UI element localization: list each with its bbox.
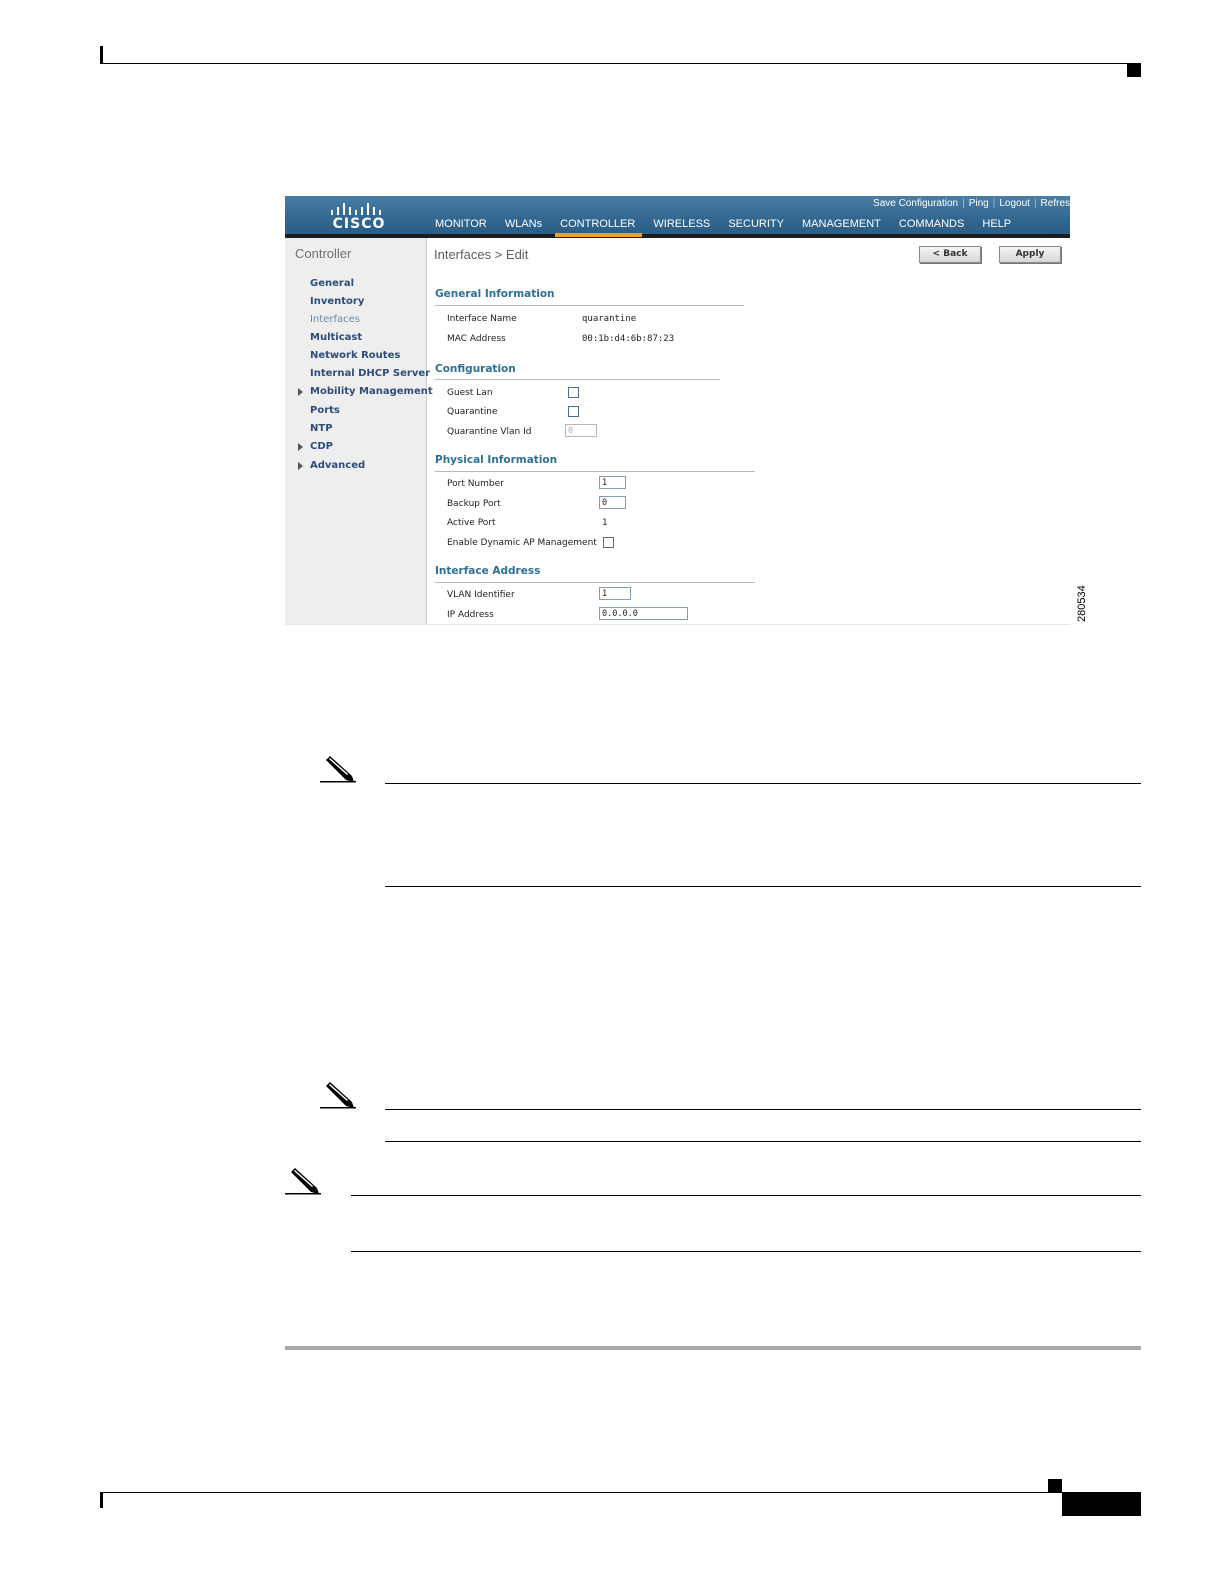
nav-help[interactable]: HELP [982, 218, 1011, 230]
figure-id-text: 280534 [1076, 585, 1088, 622]
sidebar-item-ntp[interactable]: NTP [310, 423, 333, 434]
section-divider [435, 305, 744, 306]
expand-arrow-icon[interactable] [298, 388, 303, 396]
footer-tick [100, 1493, 103, 1508]
sidebar-item-interfaces[interactable]: Interfaces [310, 314, 360, 325]
mac-address-value: 00:1b:d4:6b:87:23 [582, 334, 675, 344]
figure-id: 280534 [1076, 585, 1088, 622]
expand-arrow-icon[interactable] [298, 443, 303, 451]
note-bottom-rule [385, 886, 1141, 887]
vlan-identifier-label: VLAN Identifier [447, 590, 515, 600]
nav-commands[interactable]: COMMANDS [899, 218, 964, 230]
interface-name-value: quarantine [582, 314, 637, 324]
header-rule [100, 63, 1141, 64]
save-configuration-link[interactable]: Save Configuration [873, 198, 958, 209]
nav-monitor[interactable]: MONITOR [435, 218, 487, 230]
ping-link[interactable]: Ping [969, 198, 989, 209]
utility-links: Save Configuration | Ping | Logout | Refres [873, 198, 1070, 209]
backup-port-input[interactable]: 0 [599, 496, 626, 509]
sidebar-item-ports[interactable]: Ports [310, 405, 340, 416]
section-divider [435, 471, 755, 472]
header-marker [1127, 64, 1141, 77]
interface-name-label: Interface Name [447, 314, 517, 324]
configuration-heading: Configuration [435, 363, 516, 375]
active-port-value: 1 [602, 518, 608, 528]
procedure-end-rule [285, 1346, 1141, 1350]
guest-lan-label: Guest Lan [447, 388, 493, 398]
active-port-label: Active Port [447, 518, 496, 528]
note-top-rule [385, 1109, 1141, 1110]
backup-port-label: Backup Port [447, 499, 501, 509]
sidebar-title: Controller [295, 246, 352, 261]
page-title: Interfaces > Edit [434, 247, 529, 262]
note-top-rule [351, 1195, 1141, 1196]
note-bottom-rule [351, 1251, 1141, 1252]
back-button[interactable]: < Back [919, 246, 981, 263]
pencil-icon [320, 756, 356, 783]
apply-button[interactable]: Apply [999, 246, 1061, 263]
mac-address-label: MAC Address [447, 334, 506, 344]
nav-wireless[interactable]: WIRELESS [653, 218, 710, 230]
nav-wlans[interactable]: WLANs [505, 218, 542, 230]
note-top-rule [385, 783, 1141, 784]
refresh-link[interactable]: Refres [1041, 198, 1070, 209]
interface-address-heading: Interface Address [435, 565, 541, 577]
quarantine-vlan-id-input[interactable]: 0 [565, 424, 597, 437]
expand-arrow-icon[interactable] [298, 462, 303, 470]
footer-rule [100, 1492, 1141, 1493]
vlan-identifier-input[interactable]: 1 [599, 587, 631, 600]
logout-link[interactable]: Logout [999, 198, 1030, 209]
controller-screenshot: CISCO Save Configuration | Ping | Logout | Ref… [285, 196, 1070, 625]
port-number-input[interactable]: 1 [599, 476, 626, 489]
ip-address-label: IP Address [447, 610, 494, 620]
quarantine-label: Quarantine [447, 407, 498, 417]
section-divider [435, 582, 755, 583]
quarantine-vlan-id-label: Quarantine Vlan Id [447, 427, 532, 437]
pencil-icon [285, 1168, 321, 1195]
nav-management[interactable]: MANAGEMENT [802, 218, 881, 230]
nav-security[interactable]: SECURITY [728, 218, 784, 230]
section-divider [435, 379, 720, 380]
sidebar-item-advanced[interactable]: Advanced [310, 460, 365, 471]
main-nav: MONITOR WLANs CONTROLLER WIRELESS SECURI… [435, 218, 1026, 237]
nav-controller[interactable]: CONTROLLER [555, 218, 643, 237]
sidebar-item-cdp[interactable]: CDP [310, 441, 333, 452]
note-bottom-rule [385, 1141, 1141, 1142]
sidebar: Controller General Inventory Interfaces … [285, 238, 433, 624]
guest-lan-checkbox[interactable] [568, 387, 579, 398]
sidebar-item-mobility-management[interactable]: Mobility Management [310, 386, 433, 397]
sidebar-item-multicast[interactable]: Multicast [310, 332, 362, 343]
footer-marker [1048, 1479, 1062, 1492]
sidebar-item-general[interactable]: General [310, 278, 354, 289]
header-tick [100, 46, 103, 64]
quarantine-checkbox[interactable] [568, 406, 579, 417]
sidebar-item-internal-dhcp-server[interactable]: Internal DHCP Server [310, 368, 430, 379]
cisco-logo-text: CISCO [332, 216, 386, 232]
dynamic-ap-management-checkbox[interactable] [603, 537, 614, 548]
port-number-label: Port Number [447, 479, 504, 489]
sidebar-item-inventory[interactable]: Inventory [310, 296, 364, 307]
dynamic-ap-management-label: Enable Dynamic AP Management [447, 538, 597, 548]
pencil-icon [320, 1082, 356, 1109]
sidebar-item-network-routes[interactable]: Network Routes [310, 350, 400, 361]
physical-information-heading: Physical Information [435, 454, 558, 466]
ip-address-input[interactable]: 0.0.0.0 [599, 607, 688, 620]
general-information-heading: General Information [435, 288, 555, 300]
page-number-block [1062, 1493, 1141, 1516]
